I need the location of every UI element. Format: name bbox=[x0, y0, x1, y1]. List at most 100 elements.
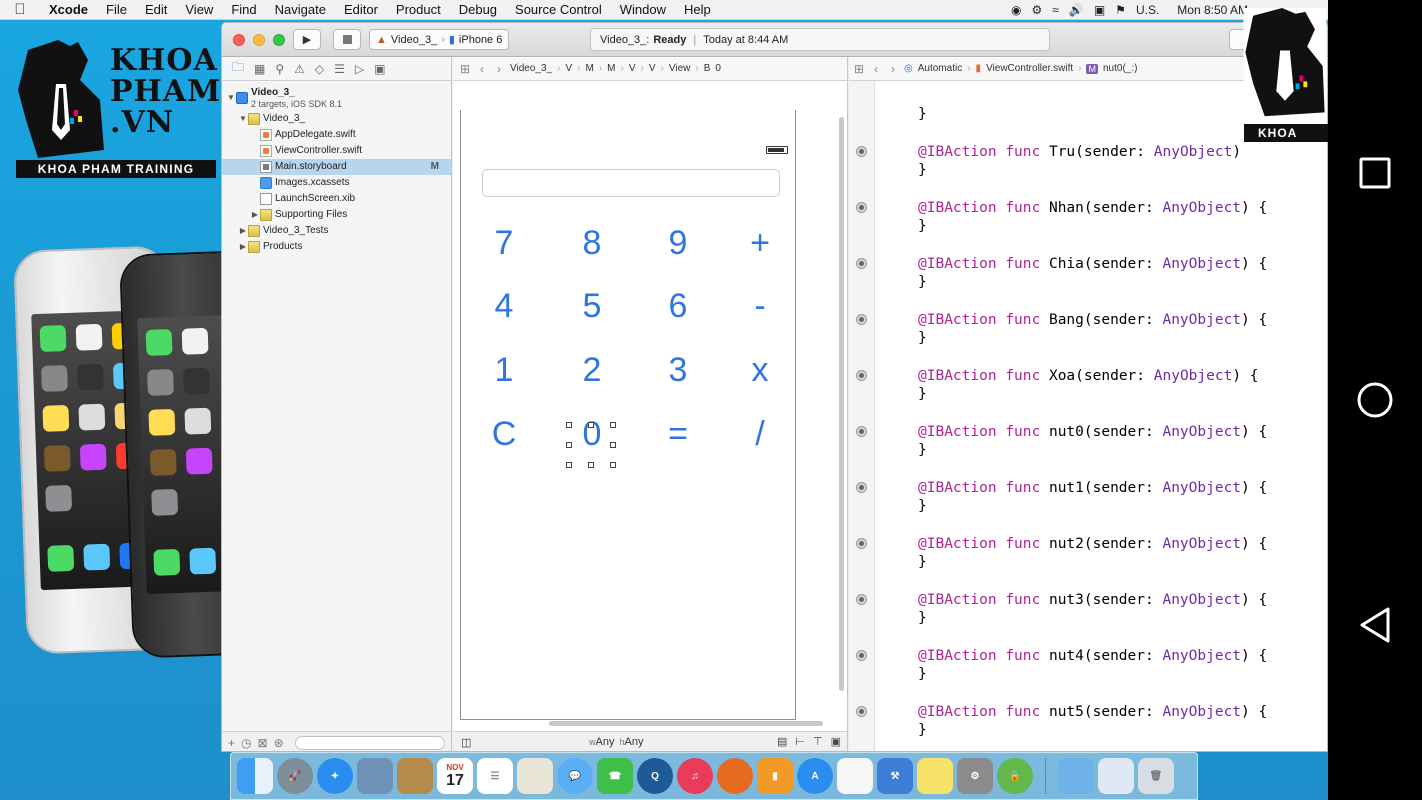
assistant-mode[interactable]: Automatic bbox=[918, 63, 962, 74]
resolve-icon[interactable]: ▣ bbox=[831, 735, 841, 748]
menu-help[interactable]: Help bbox=[675, 2, 720, 17]
outlet-connection-icon[interactable] bbox=[856, 202, 867, 213]
calc-key-button[interactable]: 9 bbox=[648, 221, 708, 265]
installer-icon[interactable]: 🔒 bbox=[997, 758, 1033, 794]
menu-product[interactable]: Product bbox=[387, 2, 450, 17]
outlet-connection-icon[interactable] bbox=[856, 482, 867, 493]
assistant-file[interactable]: ViewController.swift bbox=[986, 63, 1073, 74]
outlet-connection-icon[interactable] bbox=[856, 314, 867, 325]
xcode-icon[interactable]: ⚒ bbox=[877, 758, 913, 794]
disclosure-closed-icon[interactable]: ▶ bbox=[250, 207, 260, 223]
calc-key-button[interactable]: 3 bbox=[648, 348, 708, 392]
stop-button[interactable] bbox=[333, 29, 361, 50]
launchpad-icon[interactable]: 🚀 bbox=[277, 758, 313, 794]
textedit-icon[interactable] bbox=[837, 758, 873, 794]
home-button[interactable] bbox=[1356, 381, 1394, 419]
calc-key-button[interactable]: 8 bbox=[562, 221, 622, 265]
calc-key-button[interactable]: C bbox=[474, 412, 534, 456]
run-button[interactable]: ▶ bbox=[293, 29, 321, 50]
document-outline-toggle-icon[interactable]: ◫ bbox=[461, 736, 471, 749]
jump-crumb[interactable]: V bbox=[629, 63, 636, 74]
back-arrow-icon[interactable]: ‹ bbox=[476, 62, 488, 76]
outlet-connection-icon[interactable] bbox=[856, 706, 867, 717]
firefox-icon[interactable] bbox=[717, 758, 753, 794]
battery-icon[interactable]: ▣ bbox=[1094, 3, 1105, 17]
related-items-icon[interactable]: ⊞ bbox=[853, 62, 865, 76]
tree-item-video-3-tests[interactable]: ▶ Video_3_Tests bbox=[222, 223, 451, 239]
calc-key-button[interactable]: x bbox=[730, 348, 790, 392]
calc-key-button[interactable]: 6 bbox=[648, 284, 708, 328]
forward-arrow-icon[interactable]: › bbox=[493, 62, 505, 76]
menu-app-xcode[interactable]: Xcode bbox=[40, 2, 97, 17]
calculator-display-field[interactable] bbox=[482, 169, 780, 197]
assistant-member[interactable]: nut0(_:) bbox=[1103, 63, 1137, 74]
disclosure-closed-icon[interactable]: ▶ bbox=[238, 239, 248, 255]
outlet-connection-icon[interactable] bbox=[856, 538, 867, 549]
related-items-icon[interactable]: ⊞ bbox=[459, 62, 471, 76]
outlet-connection-icon[interactable] bbox=[856, 258, 867, 269]
disclosure-open-icon[interactable]: ▼ bbox=[226, 90, 236, 106]
calc-key-button[interactable]: / bbox=[730, 412, 790, 456]
symbol-tab-icon[interactable]: ▦ bbox=[254, 62, 265, 76]
stack-icon[interactable]: ▤ bbox=[777, 735, 787, 748]
outlet-connection-icon[interactable] bbox=[856, 370, 867, 381]
menu-source-control[interactable]: Source Control bbox=[506, 2, 611, 17]
tree-project-row[interactable]: ▼ Video_3_ 2 targets, iOS SDK 8.1 bbox=[222, 85, 451, 111]
documents-stack-icon[interactable] bbox=[1098, 758, 1134, 794]
tree-item-video-3[interactable]: ▼ Video_3_ bbox=[222, 111, 451, 127]
pin-icon[interactable]: ⊤ bbox=[813, 735, 823, 748]
debug-tab-icon[interactable]: ☰ bbox=[334, 62, 345, 76]
recent-filter-icon[interactable]: ◷ bbox=[241, 736, 251, 750]
scm-filter-icon[interactable]: ⊠ bbox=[258, 736, 268, 750]
record-icon[interactable]: ◉ bbox=[1011, 3, 1021, 17]
zoom-window-button[interactable] bbox=[273, 34, 285, 46]
jump-crumb[interactable]: V bbox=[649, 63, 656, 74]
app-store-icon[interactable]: A bbox=[797, 758, 833, 794]
menu-debug[interactable]: Debug bbox=[450, 2, 506, 17]
tree-item-launchscreen-xib[interactable]: LaunchScreen.xib bbox=[222, 191, 451, 207]
downloads-folder-icon[interactable] bbox=[1058, 758, 1094, 794]
calc-key-button[interactable]: 2 bbox=[562, 348, 622, 392]
jump-crumb[interactable]: View bbox=[669, 63, 691, 74]
filter-icon[interactable]: ⊛ bbox=[274, 736, 284, 750]
finder-icon[interactable] bbox=[237, 758, 273, 794]
tree-item-images-xcassets[interactable]: Images.xcassets bbox=[222, 175, 451, 191]
calc-key-button[interactable]: + bbox=[730, 221, 790, 265]
tree-item-supporting-files[interactable]: ▶ Supporting Files bbox=[222, 207, 451, 223]
messages-icon[interactable]: 💬 bbox=[557, 758, 593, 794]
reminders-icon[interactable]: ☰ bbox=[477, 758, 513, 794]
apple-menu-icon[interactable]:  bbox=[0, 1, 40, 18]
itunes-icon[interactable]: ♫ bbox=[677, 758, 713, 794]
preview-icon[interactable] bbox=[357, 758, 393, 794]
scheme-selector[interactable]: ▲ Video_3_ › ▮ iPhone 6 bbox=[369, 29, 509, 50]
tree-item-main-storyboard[interactable]: Main.storyboard M bbox=[222, 159, 451, 175]
test-tab-icon[interactable]: ◇ bbox=[315, 62, 324, 76]
back-button[interactable] bbox=[1356, 606, 1394, 644]
safari-icon[interactable]: ✦ bbox=[317, 758, 353, 794]
minimize-window-button[interactable] bbox=[253, 34, 265, 46]
back-arrow-icon[interactable]: ‹ bbox=[870, 62, 882, 76]
trash-icon[interactable]: 🗑 bbox=[1138, 758, 1174, 794]
calendar-icon[interactable]: NOV 17 bbox=[437, 758, 473, 794]
wifi-icon[interactable]: ≈ bbox=[1052, 3, 1059, 17]
horizontal-scrollbar[interactable] bbox=[549, 721, 823, 726]
menu-find[interactable]: Find bbox=[222, 2, 265, 17]
volume-icon[interactable]: 🔊 bbox=[1069, 3, 1084, 17]
ibooks-icon[interactable]: ▮ bbox=[757, 758, 793, 794]
disclosure-open-icon[interactable]: ▼ bbox=[238, 111, 248, 127]
tree-item-viewcontroller-swift[interactable]: ViewController.swift bbox=[222, 143, 451, 159]
search-tab-icon[interactable]: ⚲ bbox=[275, 62, 284, 76]
menu-window[interactable]: Window bbox=[611, 2, 675, 17]
close-window-button[interactable] bbox=[233, 34, 245, 46]
tree-item-appdelegate-swift[interactable]: AppDelegate.swift bbox=[222, 127, 451, 143]
calc-key-button[interactable]: 5 bbox=[562, 284, 622, 328]
jump-crumb[interactable]: Video_3_ bbox=[510, 63, 552, 74]
calc-key-button[interactable]: = bbox=[648, 412, 708, 456]
issue-tab-icon[interactable]: ⚠ bbox=[294, 62, 305, 76]
calc-key-button[interactable]: 1 bbox=[474, 348, 534, 392]
tree-item-products[interactable]: ▶ Products bbox=[222, 239, 451, 255]
outlet-connection-icon[interactable] bbox=[856, 650, 867, 661]
menu-view[interactable]: View bbox=[176, 2, 222, 17]
input-source[interactable]: U.S. bbox=[1136, 3, 1159, 17]
notes-icon[interactable] bbox=[917, 758, 953, 794]
